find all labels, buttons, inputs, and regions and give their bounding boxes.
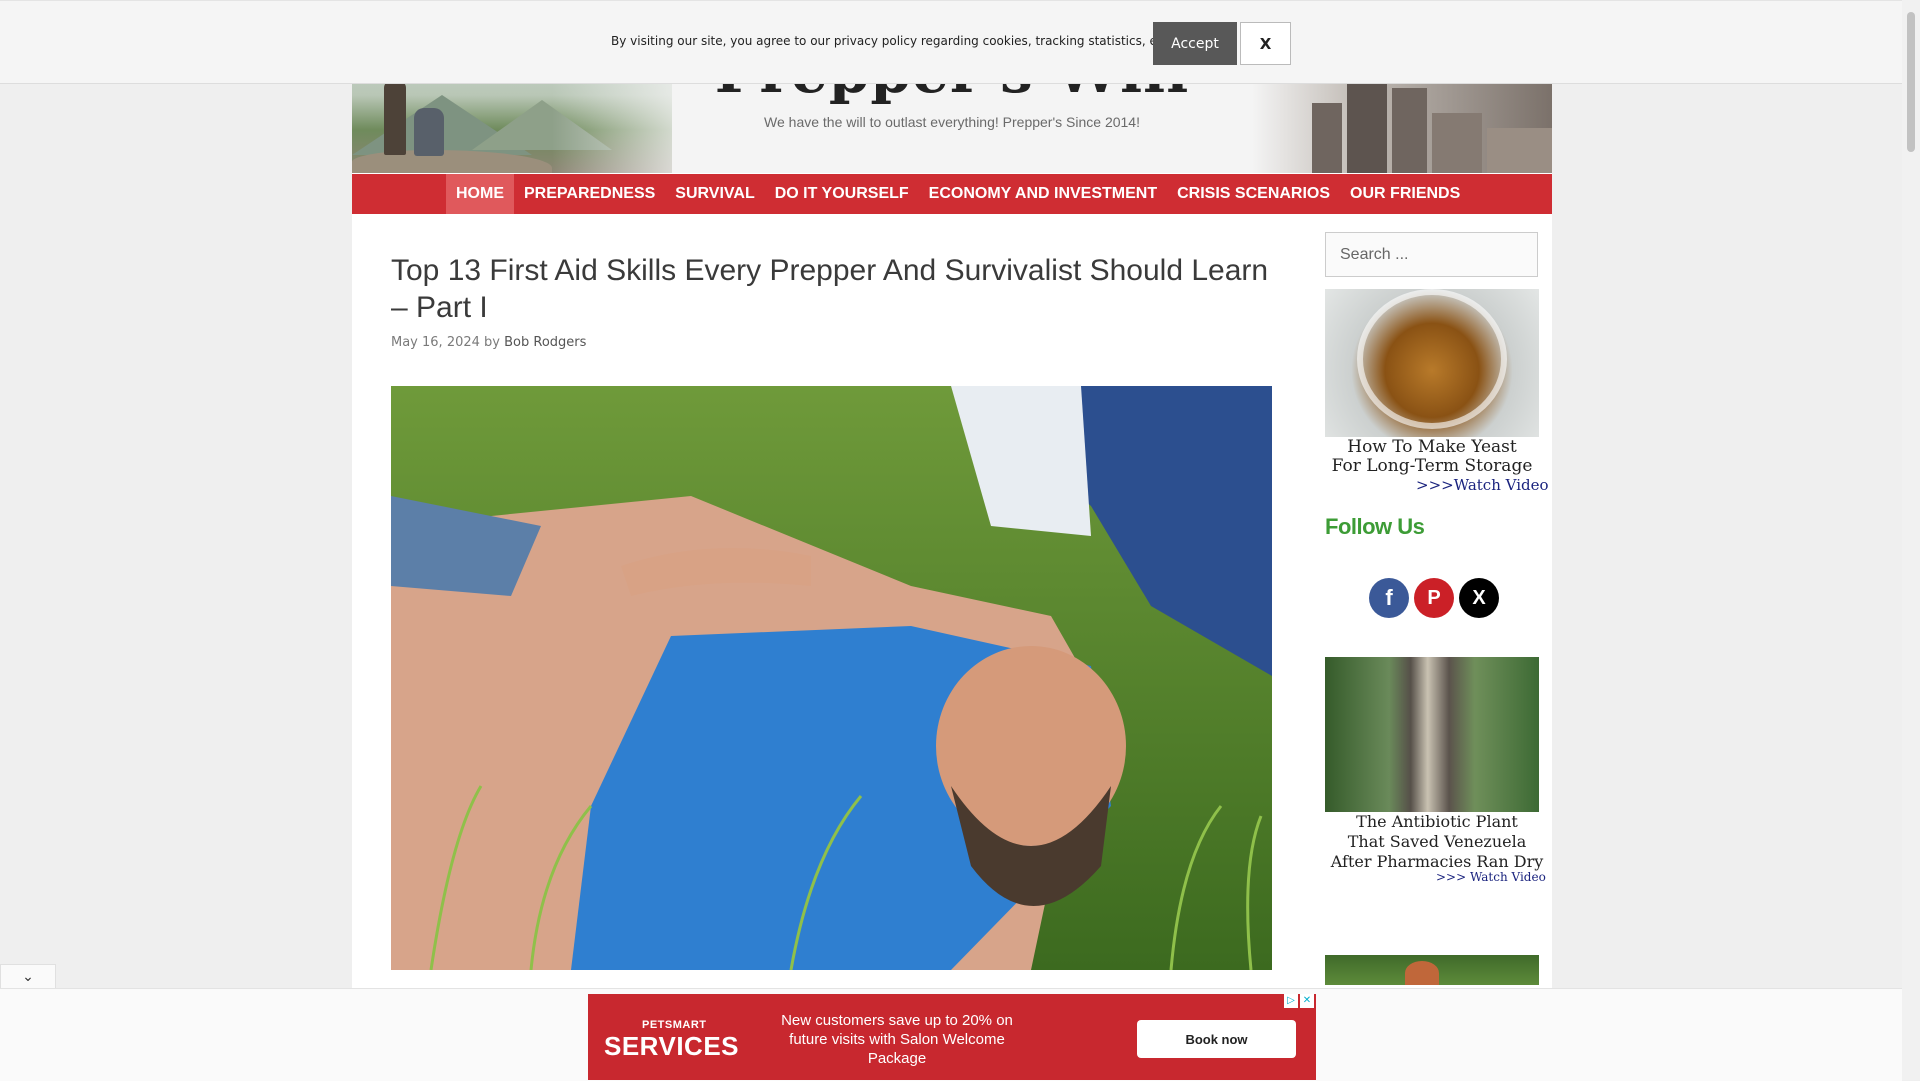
sidebar-ad-yeast-caption[interactable]: How To Make Yeast For Long-Term Storage: [1325, 438, 1539, 476]
follow-us-heading: Follow Us: [1325, 514, 1425, 539]
article-featured-image: [391, 386, 1272, 970]
sidebar-ad-antibiotic-caption[interactable]: The Antibiotic Plant That Saved Venezuel…: [1330, 812, 1544, 872]
site-tagline: We have the will to outlast everything! …: [764, 114, 1140, 130]
collapse-ad-button[interactable]: ⌄: [0, 964, 56, 988]
nav-item-home[interactable]: HOME: [446, 174, 514, 214]
cookie-consent-bar: By visiting our site, you agree to our p…: [0, 0, 1902, 84]
nav-item-survival[interactable]: SURVIVAL: [665, 174, 764, 214]
nav-item-our-friends[interactable]: OUR FRIENDS: [1340, 174, 1470, 214]
nav-item-do-it-yourself[interactable]: DO IT YOURSELF: [765, 174, 919, 214]
sidebar-ad-yeast-image[interactable]: [1325, 289, 1539, 437]
ad-choices-icon[interactable]: ▷: [1284, 994, 1298, 1008]
nav-item-economy-and-investment[interactable]: ECONOMY AND INVESTMENT: [919, 174, 1167, 214]
ad-brand-small: PETSMART: [642, 1019, 707, 1031]
page-container: Prepper's Will We have the will to outla…: [352, 0, 1552, 1080]
main-nav: HOME PREPAREDNESS SURVIVAL DO IT YOURSEL…: [352, 174, 1552, 214]
close-ad-icon[interactable]: ✕: [1300, 994, 1314, 1008]
cookie-consent-text: By visiting our site, you agree to our p…: [611, 34, 1172, 48]
chevron-down-icon: ⌄: [22, 968, 34, 985]
sidebar-ad-antibiotic-image[interactable]: [1325, 657, 1539, 812]
close-cookie-bar-button[interactable]: X: [1240, 22, 1291, 65]
pinterest-icon[interactable]: P: [1414, 578, 1454, 618]
book-now-button[interactable]: Book now: [1137, 1020, 1296, 1058]
x-icon[interactable]: X: [1459, 578, 1499, 618]
article-date[interactable]: May 16, 2024: [391, 335, 480, 350]
nav-item-crisis-scenarios[interactable]: CRISIS SCENARIOS: [1167, 174, 1340, 214]
sidebar-ad-image[interactable]: [1325, 955, 1539, 985]
sidebar-ad-antibiotic-link[interactable]: >>> Watch Video: [1436, 870, 1546, 884]
search-input[interactable]: [1325, 232, 1538, 277]
article-meta: May 16, 2024 by Bob Rodgers: [391, 335, 586, 350]
article-author[interactable]: Bob Rodgers: [504, 335, 586, 350]
ad-text: New customers save up to 20% on future v…: [781, 1012, 1013, 1067]
facebook-icon[interactable]: f: [1369, 578, 1409, 618]
ad-brand-logo: SERVICES: [604, 1031, 740, 1061]
nav-item-preparedness[interactable]: PREPAREDNESS: [514, 174, 665, 214]
scrollbar-thumb[interactable]: [1907, 12, 1915, 152]
sidebar-ad-yeast-link[interactable]: >>>Watch Video: [1416, 476, 1549, 494]
article-by: by: [484, 335, 500, 350]
accept-cookies-button[interactable]: Accept: [1153, 22, 1237, 65]
article-title[interactable]: Top 13 First Aid Skills Every Prepper An…: [391, 252, 1291, 326]
bottom-ad-banner[interactable]: PETSMART SERVICES New customers save up …: [588, 994, 1316, 1080]
page-scrollbar[interactable]: [1902, 0, 1920, 1080]
